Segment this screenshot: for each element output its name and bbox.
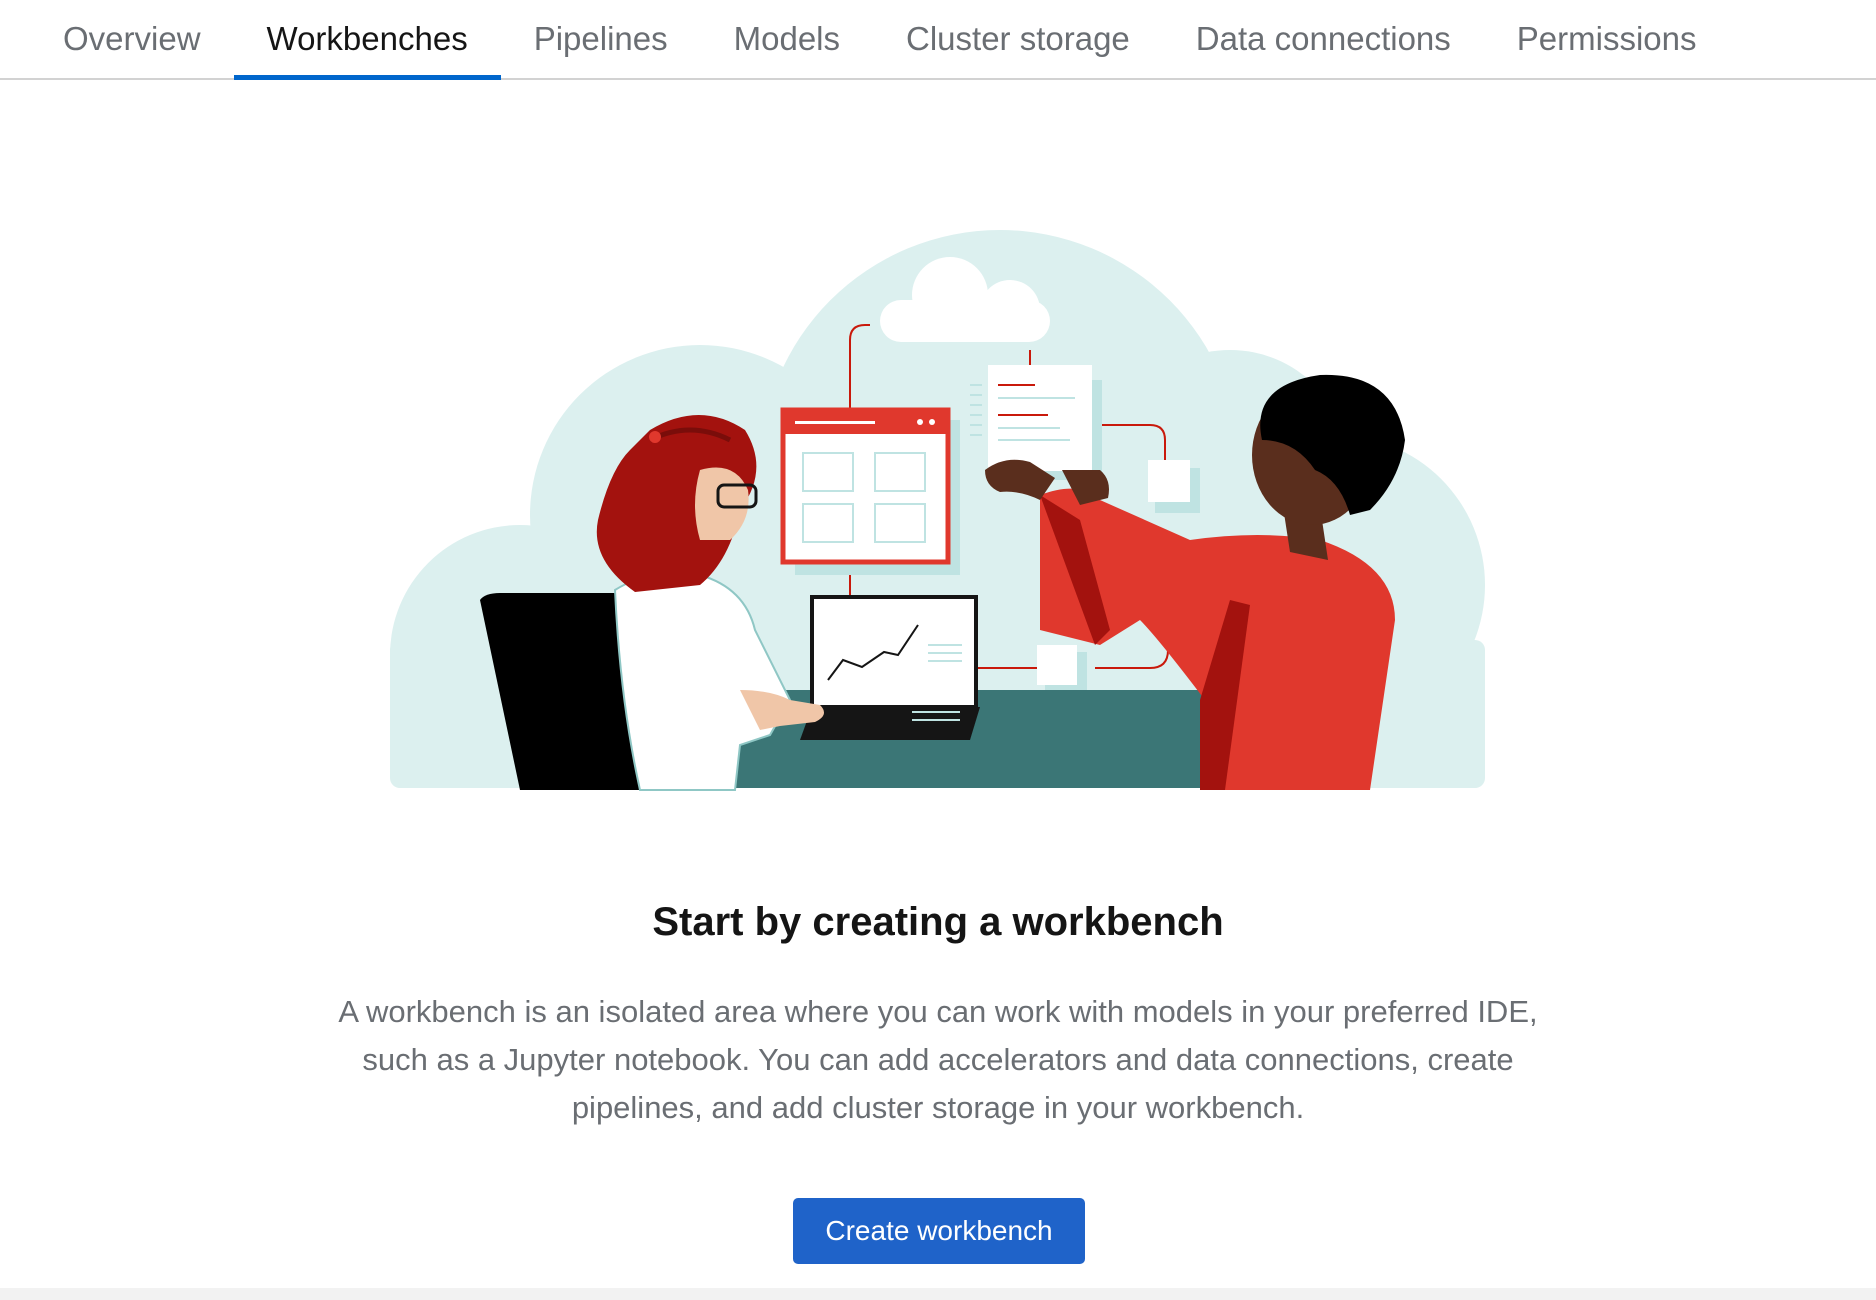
tab-workbenches[interactable]: Workbenches	[233, 0, 501, 80]
tab-cluster-storage[interactable]: Cluster storage	[873, 0, 1163, 78]
tab-overview[interactable]: Overview	[30, 0, 234, 78]
tab-models[interactable]: Models	[701, 0, 873, 78]
tab-data-connections[interactable]: Data connections	[1163, 0, 1484, 78]
empty-state-description: A workbench is an isolated area where yo…	[338, 994, 1538, 1125]
tab-pipelines[interactable]: Pipelines	[501, 0, 701, 78]
empty-state-title: Start by creating a workbench	[652, 900, 1224, 944]
project-tabs: Overview Workbenches Pipelines Models Cl…	[0, 0, 1876, 80]
create-workbench-button[interactable]: Create workbench	[793, 1198, 1085, 1264]
workbench-empty-state-illustration	[390, 230, 1485, 791]
page-footer-strip	[0, 1288, 1876, 1300]
tab-permissions[interactable]: Permissions	[1484, 0, 1730, 78]
